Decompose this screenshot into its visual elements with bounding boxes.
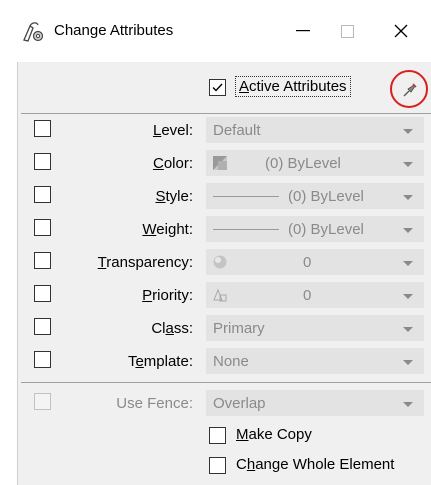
active-attributes-checkbox[interactable] [209, 79, 226, 96]
color-swatch-icon [213, 156, 227, 170]
style-value: (0) ByLevel [288, 188, 364, 205]
transparency-icon [213, 255, 227, 269]
color-dropdown[interactable]: (0) ByLevel [206, 150, 424, 176]
template-value: None [213, 353, 249, 370]
use-fence-dropdown[interactable]: Overlap [206, 390, 424, 416]
priority-label: Priority: [142, 287, 193, 304]
chevron-down-icon [403, 228, 413, 233]
line-weight-preview [213, 229, 279, 230]
style-label: Style: [155, 188, 193, 205]
level-value: Default [213, 122, 261, 139]
chevron-down-icon [403, 402, 413, 407]
style-dropdown[interactable]: (0) ByLevel [206, 183, 424, 209]
color-value: (0) ByLevel [265, 155, 341, 172]
transparency-label: Transparency: [97, 254, 193, 271]
close-button[interactable] [378, 14, 424, 48]
chevron-down-icon [403, 195, 413, 200]
weight-dropdown[interactable]: (0) ByLevel [206, 216, 424, 242]
chevron-down-icon [403, 162, 413, 167]
attributes-panel: Active Attributes Level: Default Color: … [17, 62, 431, 485]
color-label: Color: [152, 155, 193, 172]
class-dropdown[interactable]: Primary [206, 315, 424, 341]
use-fence-label: Use Fence: [116, 395, 193, 412]
change-whole-element-checkbox[interactable] [209, 457, 226, 474]
change-whole-element-label[interactable]: Change Whole Element [236, 456, 394, 473]
template-label: Template: [127, 353, 193, 370]
make-copy-label[interactable]: Make Copy [236, 426, 312, 443]
weight-value: (0) ByLevel [288, 221, 364, 238]
chevron-down-icon [403, 327, 413, 332]
separator [21, 382, 431, 383]
level-label: Level: [152, 122, 193, 139]
close-icon [394, 24, 408, 38]
minimize-icon [296, 30, 310, 32]
line-style-preview [213, 196, 279, 197]
minimize-button[interactable] [280, 14, 326, 48]
chevron-down-icon [403, 129, 413, 134]
maximize-icon [340, 24, 354, 38]
transparency-value: 0 [303, 254, 312, 271]
priority-icon [213, 288, 227, 302]
separator [21, 113, 431, 114]
priority-dropdown[interactable]: 0 [206, 282, 424, 308]
chevron-down-icon [403, 360, 413, 365]
chevron-down-icon [403, 261, 413, 266]
make-copy-checkbox[interactable] [209, 427, 226, 444]
template-dropdown[interactable]: None [206, 348, 424, 374]
pin-icon[interactable] [402, 82, 418, 98]
checkmark-icon [212, 83, 223, 92]
class-label: Class: [151, 320, 193, 337]
use-fence-value: Overlap [213, 395, 266, 412]
maximize-button[interactable] [324, 14, 370, 48]
priority-value: 0 [303, 287, 312, 304]
class-value: Primary [213, 320, 265, 337]
window-title: Change Attributes [54, 22, 174, 39]
level-dropdown[interactable]: Default [206, 117, 424, 143]
weight-label: Weight: [142, 221, 193, 238]
chevron-down-icon [403, 294, 413, 299]
active-attributes-label[interactable]: Active Attributes [235, 76, 351, 97]
change-attributes-app-icon [23, 22, 44, 42]
transparency-dropdown[interactable]: 0 [206, 249, 424, 275]
title-bar: Change Attributes [0, 0, 431, 62]
